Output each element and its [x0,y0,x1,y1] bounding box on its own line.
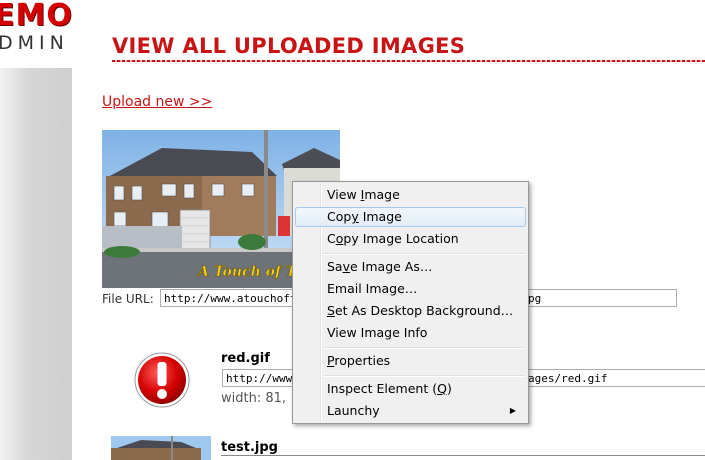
test-jpg-thumbnail[interactable] [111,436,211,460]
menu-item-view-image[interactable]: View Image [295,185,526,205]
menu-item-view-image-info[interactable]: View Image Info [295,323,526,343]
red-gif-thumbnail[interactable] [133,351,191,413]
file-url-input-right[interactable]: pg [526,289,677,307]
file-url-label: File URL: [102,292,154,306]
sidebar: EMO DMIN [0,0,72,460]
menu-item-save-image-as[interactable]: Save Image As… [295,257,526,277]
red-gif-dimensions: width: 81, [221,391,287,406]
sidebar-background [0,68,72,460]
menu-item-inspect-element[interactable]: Inspect Element (Q) [295,379,526,399]
image-name-test-jpg: test.jpg [221,440,278,455]
menu-item-launchy[interactable]: Launchy ▶ [295,401,526,421]
menu-item-copy-image[interactable]: Copy Image [295,207,526,227]
exclamation-icon [134,352,190,408]
title-underline [112,60,705,62]
photo-caption: A Touch of T [196,264,298,280]
menu-item-properties[interactable]: Properties [295,351,526,371]
menu-item-copy-image-location[interactable]: Copy Image Location [295,229,526,249]
red-gif-url-input-right[interactable]: ages/red.gif [526,369,705,387]
menu-separator [323,253,525,255]
logo[interactable]: EMO [0,0,73,33]
test-photo [111,436,211,460]
page-title: VIEW ALL UPLOADED IMAGES [112,34,466,58]
upload-new-link[interactable]: Upload new >> [102,94,212,110]
menu-item-email-image[interactable]: Email Image… [295,279,526,299]
menu-separator [323,347,525,349]
menu-separator [323,375,525,377]
submenu-arrow-icon: ▶ [509,406,516,415]
image-name-red-gif: red.gif [221,351,270,366]
logo-subtitle: DMIN [0,32,69,54]
red-gif-url-input[interactable]: http://www. [222,369,294,387]
context-menu: View Image Copy Image Copy Image Locatio… [292,181,529,424]
row-divider [221,455,705,456]
menu-item-set-desktop-background[interactable]: Set As Desktop Background… [295,301,526,321]
file-url-input[interactable]: http://www.atouchofte [160,289,294,307]
